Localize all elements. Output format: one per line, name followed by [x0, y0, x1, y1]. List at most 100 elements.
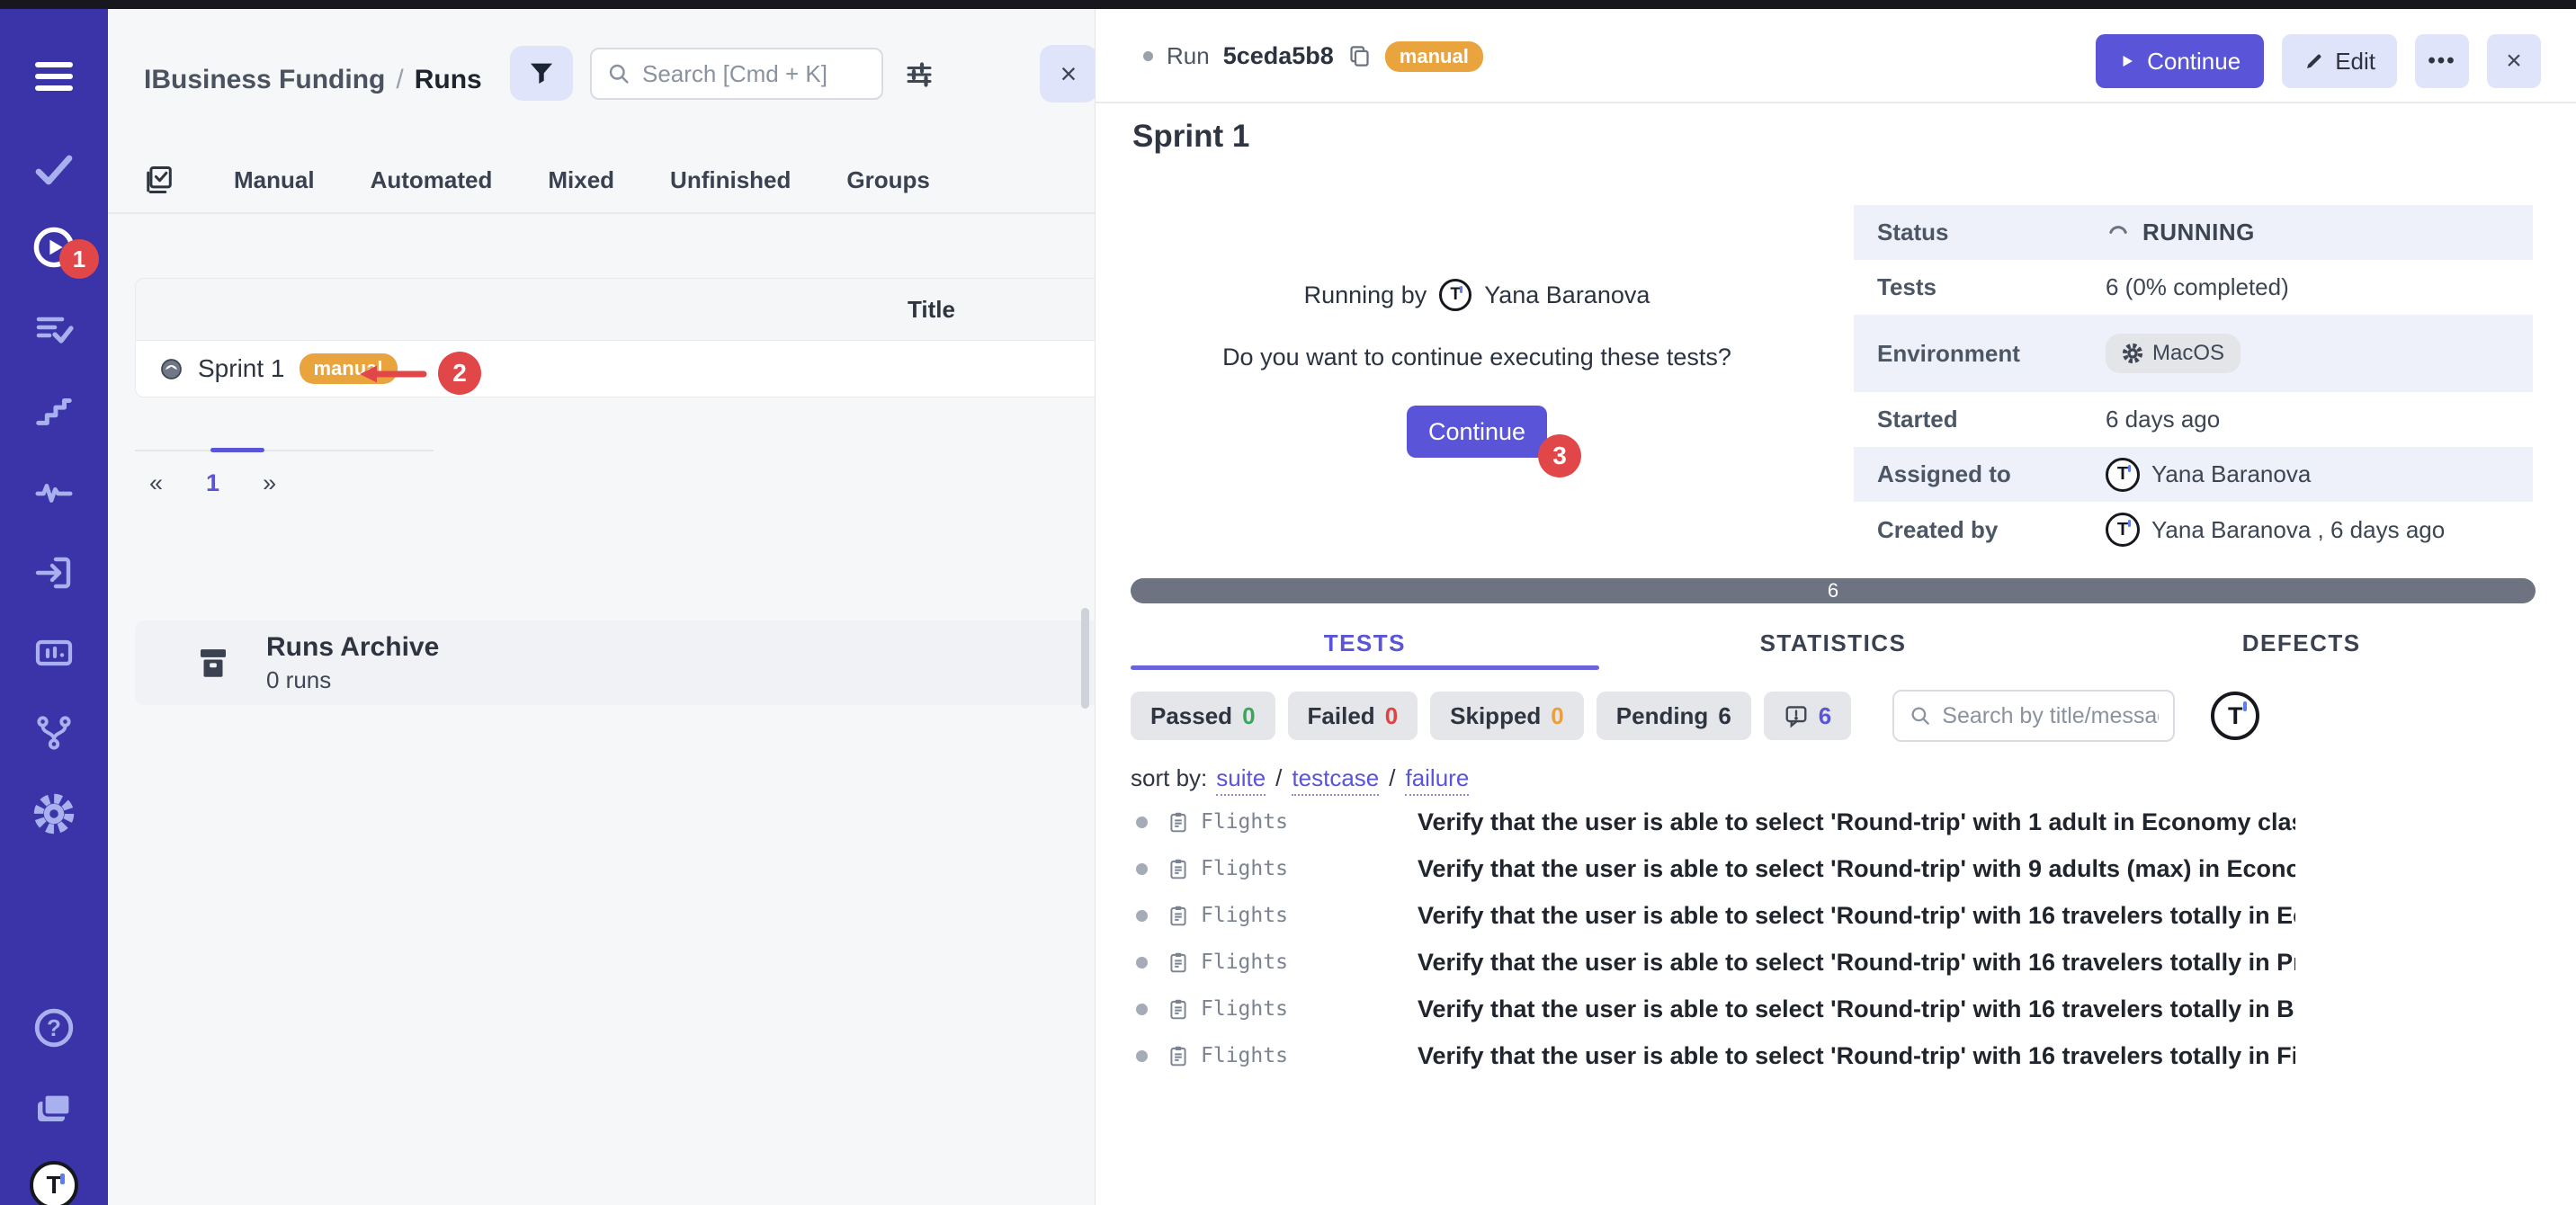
archive-run-count: 0 runs	[266, 666, 439, 694]
sidebar-item-analytics[interactable]	[0, 469, 108, 514]
search-icon	[606, 61, 631, 86]
runs-type-tabs: Manual Automated Mixed Unfinished Groups	[144, 148, 930, 211]
sidebar-item-pull-requests[interactable]	[0, 550, 108, 595]
breadcrumb-separator: /	[396, 65, 403, 94]
assignee-avatar: T	[2106, 458, 2140, 492]
scrollbar-thumb[interactable]	[1081, 608, 1089, 709]
test-row[interactable]: Flights Verify that the user is able to …	[1131, 1032, 2295, 1079]
sidebar-item-reports[interactable]	[0, 630, 108, 675]
close-panel-button[interactable]: ×	[1040, 45, 1095, 103]
sidebar-item-test-plans[interactable]	[0, 308, 108, 353]
run-label: Run	[1167, 42, 1210, 70]
view-options-button[interactable]	[901, 57, 937, 93]
run-row-sprint-1[interactable]: Sprint 1 manual	[136, 341, 1095, 397]
annotation-step-3: 3	[1538, 434, 1581, 478]
sort-by-suite[interactable]: suite	[1216, 764, 1266, 796]
filter-button[interactable]	[510, 46, 573, 101]
top-window-strip	[0, 0, 2576, 9]
filter-pending[interactable]: Pending6	[1597, 692, 1751, 740]
filter-failed[interactable]: Failed0	[1288, 692, 1418, 740]
tests-search-input[interactable]	[1942, 703, 2159, 729]
search-icon	[1909, 704, 1932, 727]
info-row-assigned: Assigned to T Yana Baranova	[1854, 447, 2533, 502]
clipboard-icon	[1167, 997, 1190, 1021]
continue-prompt: Running by T Yana Baranova Do you want t…	[1131, 279, 1823, 458]
edit-button-label: Edit	[2335, 48, 2375, 76]
info-value: MacOS	[2106, 334, 2241, 373]
sort-by-failure[interactable]: failure	[1405, 764, 1469, 796]
test-suite-name[interactable]: Flights	[1201, 951, 1288, 974]
user-avatar[interactable]: T	[2211, 692, 2259, 740]
continue-button[interactable]: Continue	[2096, 34, 2264, 88]
tab-tests[interactable]: TESTS	[1131, 619, 1599, 668]
pagination: « 1 »	[149, 469, 276, 497]
skipped-count: 0	[1551, 702, 1563, 730]
test-title: Verify that the user is able to select '…	[1418, 855, 2295, 883]
test-suite-name[interactable]: Flights	[1201, 1044, 1288, 1067]
continue-run-button[interactable]: Continue	[1407, 406, 1547, 458]
gear-icon	[32, 792, 76, 835]
breadcrumb-project[interactable]: IBusiness Funding	[144, 65, 385, 94]
logo-avatar: T	[30, 1161, 78, 1205]
close-detail-button[interactable]: ×	[2487, 34, 2541, 88]
sidebar-item-settings[interactable]	[0, 791, 108, 836]
filter-passed[interactable]: Passed0	[1131, 692, 1275, 740]
gear-icon	[2122, 343, 2143, 364]
sort-by-testcase[interactable]: testcase	[1292, 764, 1379, 796]
pagination-prev-button[interactable]: «	[149, 469, 163, 497]
runs-table: Title Sprint 1 manual	[135, 278, 1095, 397]
pagination-page-1[interactable]: 1	[206, 469, 219, 497]
close-icon: ×	[1060, 58, 1078, 91]
sidebar-item-tests[interactable]	[0, 147, 108, 192]
tab-automated[interactable]: Automated	[371, 166, 493, 194]
menu-button[interactable]	[0, 56, 108, 97]
select-runs-icon[interactable]	[144, 163, 178, 197]
info-label: Started	[1854, 406, 2106, 433]
branch-icon	[33, 712, 75, 754]
test-status-dot	[1136, 817, 1148, 828]
tab-manual[interactable]: Manual	[234, 166, 315, 194]
tab-mixed[interactable]: Mixed	[548, 166, 614, 194]
info-value: 6 days ago	[2106, 406, 2220, 433]
tab-groups[interactable]: Groups	[846, 166, 929, 194]
tab-statistics[interactable]: STATISTICS	[1599, 619, 2068, 668]
sidebar-item-branches[interactable]	[0, 710, 108, 755]
edit-button[interactable]: Edit	[2282, 34, 2397, 88]
info-label: Status	[1854, 219, 2106, 246]
copy-icon[interactable]	[1347, 44, 1372, 68]
runs-list-panel: IBusiness Funding/Runs × Manual Automate…	[108, 9, 1095, 1205]
info-label: Created by	[1854, 516, 2106, 544]
test-title: Verify that the user is able to select '…	[1418, 1042, 2295, 1070]
test-row[interactable]: Flights Verify that the user is able to …	[1131, 799, 2295, 845]
test-suite-name[interactable]: Flights	[1201, 857, 1288, 880]
test-row[interactable]: Flights Verify that the user is able to …	[1131, 892, 2295, 939]
filter-skipped[interactable]: Skipped0	[1430, 692, 1584, 740]
test-suite-name[interactable]: Flights	[1201, 904, 1288, 927]
sort-options: sort by: suite / testcase / failure	[1131, 764, 1469, 796]
test-list: Flights Verify that the user is able to …	[1131, 799, 2295, 1079]
run-id: 5ceda5b8	[1223, 42, 1334, 70]
runs-archive-card[interactable]: Runs Archive 0 runs	[135, 620, 1095, 705]
more-actions-button[interactable]: •••	[2415, 34, 2469, 88]
filter-comments[interactable]: 6	[1764, 692, 1851, 740]
tab-unfinished[interactable]: Unfinished	[670, 166, 791, 194]
sidebar-item-help[interactable]: ?	[0, 1005, 108, 1050]
runs-search-input[interactable]	[642, 60, 867, 88]
clipboard-icon	[1167, 1044, 1190, 1067]
run-type-badge: manual	[1385, 41, 1483, 72]
test-suite-name[interactable]: Flights	[1201, 997, 1288, 1021]
test-row[interactable]: Flights Verify that the user is able to …	[1131, 845, 2295, 892]
test-row[interactable]: Flights Verify that the user is able to …	[1131, 939, 2295, 986]
run-title: Sprint 1	[1132, 119, 1249, 155]
clipboard-icon	[1167, 810, 1190, 834]
sidebar-item-milestones[interactable]	[0, 388, 108, 433]
test-status-dot	[1136, 1050, 1148, 1062]
test-suite-name[interactable]: Flights	[1201, 810, 1288, 834]
sidebar-user-avatar[interactable]: T	[0, 1160, 108, 1205]
pagination-next-button[interactable]: »	[263, 469, 276, 497]
tab-defects[interactable]: DEFECTS	[2067, 619, 2536, 668]
runs-table-header: Title	[136, 279, 1095, 341]
test-row[interactable]: Flights Verify that the user is able to …	[1131, 986, 2295, 1032]
environment-pill[interactable]: MacOS	[2106, 334, 2241, 373]
sidebar-item-projects[interactable]	[0, 1085, 108, 1130]
